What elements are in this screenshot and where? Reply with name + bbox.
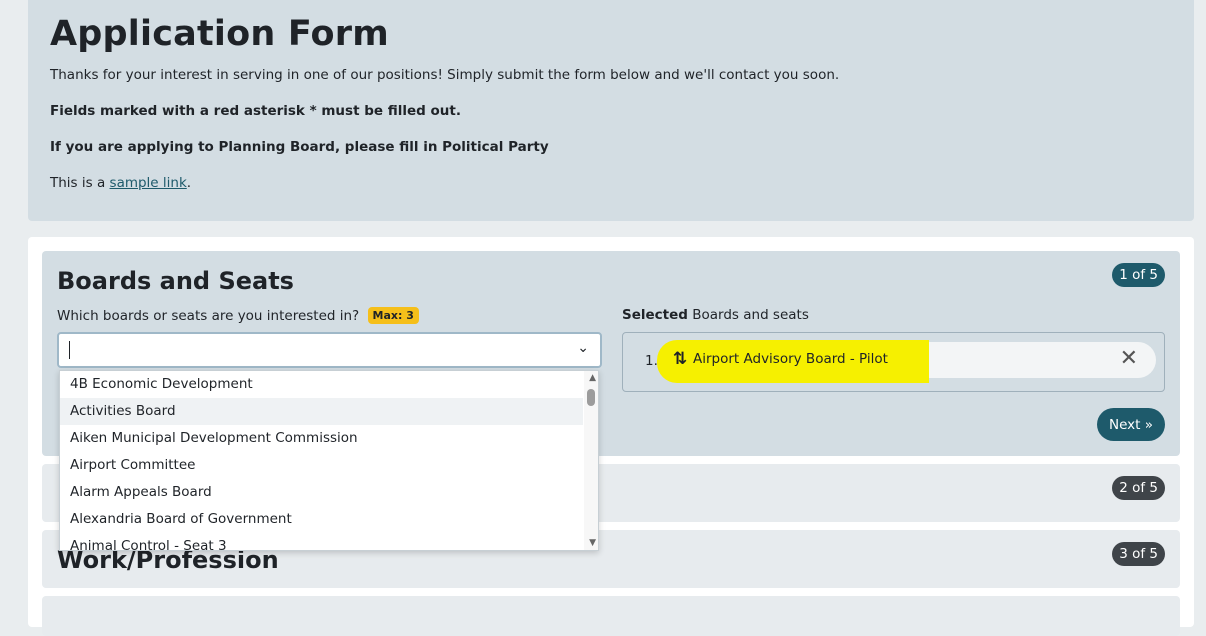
list-item[interactable]: Aiken Municipal Development Commission bbox=[60, 425, 583, 452]
list-item[interactable]: Alarm Appeals Board bbox=[60, 479, 583, 506]
section-step-4[interactable] bbox=[42, 596, 1180, 636]
next-button[interactable]: Next » bbox=[1096, 408, 1165, 441]
list-item[interactable]: Alexandria Board of Government bbox=[60, 506, 583, 533]
page-title: Application Form bbox=[50, 14, 389, 54]
section-title: Boards and Seats bbox=[57, 267, 294, 295]
list-item[interactable]: 4B Economic Development bbox=[60, 371, 583, 398]
selected-item-label: Airport Advisory Board - Pilot bbox=[693, 351, 888, 367]
selected-boards-list: 1. ⇅ Airport Advisory Board - Pilot ✕ bbox=[622, 332, 1165, 392]
step-badge: 1 of 5 bbox=[1112, 263, 1165, 287]
list-item[interactable]: Airport Committee bbox=[60, 452, 583, 479]
planning-note: If you are applying to Planning Board, p… bbox=[50, 139, 549, 155]
boards-dropdown-list[interactable]: 4B Economic Development Activities Board… bbox=[59, 370, 599, 551]
reorder-icon[interactable]: ⇅ bbox=[673, 349, 687, 369]
selected-item-index: 1. bbox=[645, 353, 658, 369]
dropdown-scrollbar[interactable]: ▲ ▼ bbox=[584, 371, 598, 550]
boards-question: Which boards or seats are you interested… bbox=[57, 307, 419, 324]
required-note: Fields marked with a red asterisk * must… bbox=[50, 103, 461, 119]
selected-boards-label: Selected Boards and seats bbox=[622, 307, 809, 323]
scroll-down-icon[interactable]: ▼ bbox=[589, 538, 596, 548]
sample-link[interactable]: sample link bbox=[110, 175, 187, 191]
step-badge: 3 of 5 bbox=[1112, 542, 1165, 566]
chevron-down-icon[interactable]: ⌄ bbox=[577, 340, 589, 356]
intro-text: Thanks for your interest in serving in o… bbox=[50, 67, 840, 83]
boards-search-input[interactable]: ⌄ bbox=[57, 332, 602, 368]
list-item[interactable]: Activities Board bbox=[60, 398, 583, 425]
list-item[interactable]: Animal Control - Seat 3 bbox=[60, 533, 583, 550]
step-badge: 2 of 5 bbox=[1112, 476, 1165, 500]
scroll-thumb[interactable] bbox=[587, 389, 595, 406]
scroll-up-icon[interactable]: ▲ bbox=[589, 373, 596, 383]
max-badge: Max: 3 bbox=[367, 307, 419, 324]
close-icon[interactable]: ✕ bbox=[1120, 346, 1138, 371]
selected-item[interactable]: ⇅ Airport Advisory Board - Pilot ✕ bbox=[657, 340, 1156, 383]
sample-text: This is a sample link. bbox=[50, 175, 192, 191]
header-card: Application Form Thanks for your interes… bbox=[28, 0, 1194, 221]
text-caret bbox=[69, 341, 70, 359]
